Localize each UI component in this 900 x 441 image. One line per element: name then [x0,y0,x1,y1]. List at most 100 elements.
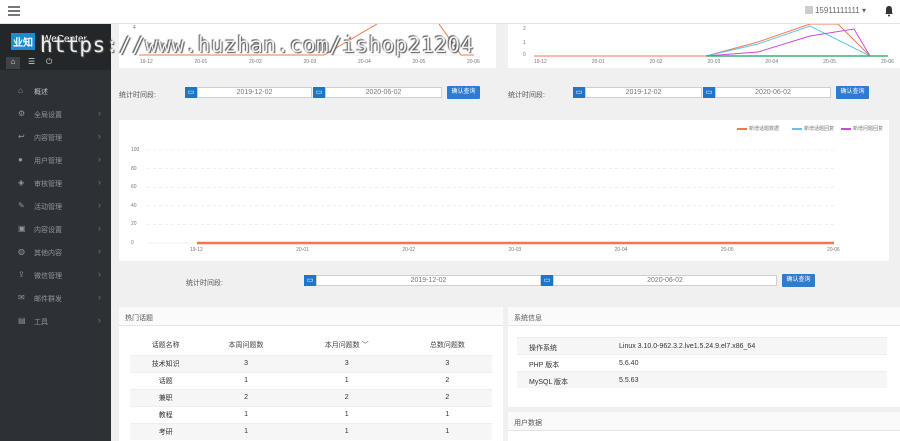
table-cell: 1 [201,422,291,440]
x-tick: 20-03 [508,247,522,253]
table-cell: 2 [201,388,291,406]
chart-top-right-series [534,24,888,57]
power-icon[interactable]: ⏻ [46,57,52,67]
sidebar-item[interactable]: ✉ 邮件群发 › [0,287,111,310]
table-cell: 1 [290,371,403,389]
main-content: 4 19-12 20-01 20-02 20-03 20-04 20-05 20-06 2 … [111,24,900,441]
x-tick: 19-12 [140,59,153,65]
toolbox-icon: ▤ [18,316,26,325]
sidebar-item[interactable]: ✎ 活动管理 › [0,195,111,218]
table-cell: 1 [290,405,403,423]
list-icon[interactable]: ☰ [28,57,35,66]
end-date-input[interactable]: 2020-06-02 [715,87,831,98]
table-row: 教程 1 1 1 [130,405,492,423]
bell-icon[interactable] [884,5,894,17]
column-header[interactable]: 本月问题数 ﹀ [291,335,403,355]
table-cell: 3 [201,354,291,372]
sidebar-item-label: 其他内容 [34,250,62,257]
calendar-icon[interactable]: ▭ [304,275,316,286]
main-chart: 新增话题数据 新增话题回复 新增问题回复 100 80 60 40 20 0 19-12 20-0… [119,120,889,261]
end-date-input[interactable]: 2020-06-02 [325,87,442,98]
main-chart-svg [147,149,834,245]
sidebar-item-label: 审核管理 [34,181,62,188]
table-cell: 兼职 [130,388,202,406]
filter-label: 统计时间段: [119,92,156,99]
top-bar: 15911111111 ▾ [0,0,900,24]
table-row: 兼职 2 2 2 [130,388,492,406]
table-cell: 教程 [130,405,202,423]
sidebar: 业知 WeCenter ⌂ ☰ ⏻ ⌂ 概述 ⚙ 全局设置 › ↩ 内容管理 › ● 用户管理 › ◈… [0,24,111,441]
sidebar-item[interactable]: ◈ 审核管理 › [0,172,111,195]
x-tick: 20-03 [707,59,721,65]
calendar-icon[interactable]: ▭ [703,87,715,98]
chevron-right-icon: › [98,292,101,302]
x-tick: 20-04 [614,247,628,253]
calendar-icon[interactable]: ▭ [185,87,197,98]
globe-icon: ◍ [18,247,25,256]
calendar-icon[interactable]: ▭ [541,275,553,286]
user-dropdown[interactable]: 15911111111 ▾ [804,6,866,15]
x-tick: 19-12 [534,59,547,65]
quick-bar: ⌂ ☰ ⏻ [0,56,111,70]
system-info-key: MySQL 版本 [529,379,569,386]
sidebar-item[interactable]: ▣ 内容设置 › [0,218,111,241]
x-tick: 20-01 [194,59,208,65]
system-info-row: PHP 版本 5.6.40 [517,354,887,371]
table-cell: 1 [402,405,492,423]
hot-topics-panel: 热门话题 话题名称 本周问题数 本月问题数 ﹀ 总数问题数 技术知识 3 3 3 话题 1 1 2 兼… [119,307,503,441]
sidebar-item[interactable]: ⚙ 全局设置 › [0,103,111,126]
start-date-input[interactable]: 2019-12-02 [316,275,541,286]
system-info-value: 5.6.40 [619,360,639,367]
sidebar-item-label: 内容设置 [34,227,62,234]
x-tick: 20-05 [823,59,836,65]
table-row: 技术知识 3 3 3 [130,354,492,372]
chevron-right-icon: › [98,315,101,325]
table-cell: 3 [402,354,492,372]
calendar-icon[interactable]: ▭ [573,87,585,98]
sidebar-item-label: 内容管理 [34,135,62,142]
sidebar-item[interactable]: ⇪ 微信管理 › [0,264,111,287]
edit-icon: ✎ [18,201,25,210]
sidebar-item[interactable]: ⌂ 概述 [0,80,111,103]
query-button[interactable]: 确认查询 [447,86,480,99]
gear-icon: ⚙ [18,109,26,118]
start-date-input[interactable]: 2019-12-02 [197,87,312,98]
chevron-right-icon: › [98,246,101,256]
query-button[interactable]: 确认查询 [782,274,815,287]
sidebar-item-label: 工具 [34,319,48,326]
x-tick: 20-04 [765,59,779,65]
table-cell: 话题 [130,371,202,389]
sidebar-item[interactable]: ● 用户管理 › [0,149,111,172]
x-tick: 20-05 [412,59,426,65]
y-tick: 0 [131,240,134,246]
home-icon: ⌂ [18,86,23,95]
x-tick: 20-02 [402,247,416,253]
reply-icon: ↩ [18,132,25,141]
calendar-icon[interactable]: ▭ [313,87,325,98]
y-tick: 80 [131,165,137,172]
table-row: 话题 1 1 2 [130,371,492,389]
sidebar-item[interactable]: ↩ 内容管理 › [0,126,111,149]
brand-logo: 业知 [11,33,35,50]
system-info-panel: 系统信息 操作系统 Linux 3.10.0-962.3.2.lve1.5.24.… [508,307,900,407]
x-tick: 20-02 [249,59,262,65]
home-icon[interactable]: ⌂ [6,57,20,69]
x-tick: 20-01 [296,247,309,253]
watermark: https://www.huzhan.com/ishop21204 [40,33,474,57]
menu-toggle-icon[interactable] [8,6,20,16]
sidebar-item-label: 活动管理 [34,204,62,211]
query-button[interactable]: 确认查询 [836,86,869,99]
user-icon: ● [18,155,23,164]
chevron-right-icon: › [98,223,101,233]
x-tick: 20-02 [649,59,663,65]
table-cell: 1 [290,422,403,440]
sidebar-item[interactable]: ▤ 工具 › [0,310,111,333]
system-info-value: 5.5.63 [619,377,639,384]
hot-topics-table: 话题名称 本周问题数 本月问题数 ﹀ 总数问题数 技术知识 3 3 3 话题 1 1 2 兼职 2 2 2 教… [130,335,492,440]
chart-top-right: 2 1 0 19-12 20-01 20-02 20-03 20-04 20-05 20-0… [508,24,900,68]
sidebar-item[interactable]: ◍ 其他内容 › [0,241,111,264]
end-date-input[interactable]: 2020-06-02 [553,275,777,286]
x-tick: 20-06 [827,247,840,253]
table-cell: 2 [290,388,403,406]
start-date-input[interactable]: 2019-12-02 [585,87,702,98]
